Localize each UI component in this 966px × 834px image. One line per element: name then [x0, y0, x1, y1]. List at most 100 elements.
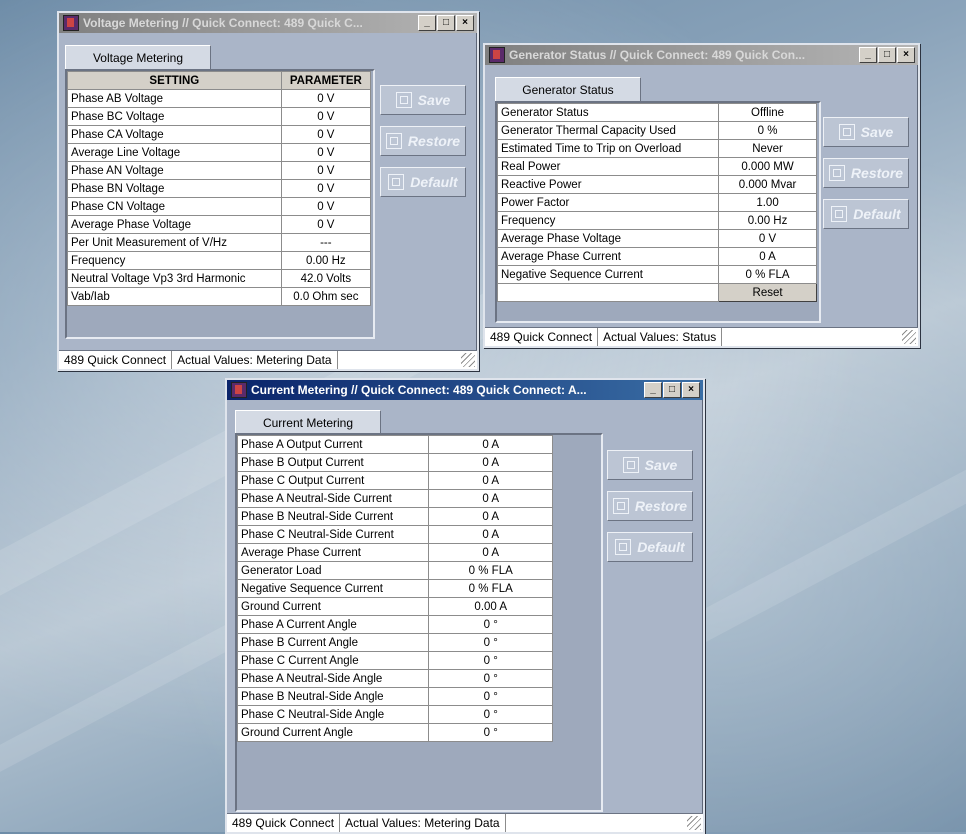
status-section: Actual Values: Metering Data: [340, 814, 506, 832]
table-row: Phase C Current Angle 0 °: [236, 651, 553, 670]
default-icon: [388, 174, 405, 190]
maximize-button[interactable]: □: [437, 15, 455, 31]
parameter-value-cell: 0 °: [428, 651, 553, 670]
window-title: Voltage Metering // Quick Connect: 489 Q…: [83, 16, 363, 30]
parameter-value-cell: 0 V: [280, 143, 372, 162]
setting-name-cell: Generator Thermal Capacity Used: [496, 121, 720, 140]
default-button[interactable]: Default: [607, 532, 693, 562]
setting-name-cell: Phase A Neutral-Side Angle: [236, 669, 430, 688]
setting-name-cell: Phase AB Voltage: [67, 89, 282, 108]
window-title: Generator Status // Quick Connect: 489 Q…: [509, 48, 806, 62]
tab-generator-status[interactable]: Generator Status: [495, 77, 641, 102]
save-label: Save: [644, 457, 678, 473]
table-row: Average Phase Current 0 A: [236, 543, 553, 562]
table-row: Ground Current 0.00 A: [236, 597, 553, 616]
app-icon: [63, 15, 79, 31]
setting-name-cell: Phase BC Voltage: [67, 107, 282, 126]
save-button[interactable]: Save: [607, 450, 693, 480]
table-row: Reactive Power 0.000 Mvar: [496, 175, 817, 194]
maximize-button[interactable]: □: [663, 382, 681, 398]
parameter-value-cell: 0 % FLA: [718, 265, 817, 284]
resize-grip[interactable]: [902, 330, 916, 344]
reset-button[interactable]: Reset: [718, 283, 817, 302]
setting-name-cell: Frequency: [496, 211, 720, 230]
setting-name-cell: Average Phase Voltage: [67, 215, 282, 234]
parameter-value-cell: 0 V: [280, 161, 372, 180]
minimize-button[interactable]: _: [418, 15, 436, 31]
setting-name-cell: Ground Current Angle: [236, 723, 430, 742]
parameter-value-cell: 0 °: [428, 723, 553, 742]
parameter-value-cell: 0 A: [428, 507, 553, 526]
setting-name-cell: Power Factor: [496, 193, 720, 212]
empty-cell: [496, 283, 720, 302]
parameter-value-cell: 0 °: [428, 687, 553, 706]
save-button[interactable]: Save: [823, 117, 909, 147]
parameter-value-cell: 0.0 Ohm sec: [280, 287, 372, 306]
table-row: Generator Thermal Capacity Used 0 %: [496, 121, 817, 140]
minimize-button[interactable]: _: [859, 47, 877, 63]
restore-label: Restore: [407, 133, 461, 149]
save-icon: [838, 124, 855, 140]
window-title: Current Metering // Quick Connect: 489 Q…: [251, 383, 587, 397]
table-row: Negative Sequence Current 0 % FLA: [236, 579, 553, 598]
reset-row: Reset: [496, 283, 817, 302]
save-icon: [622, 457, 639, 473]
title-bar[interactable]: Current Metering // Quick Connect: 489 Q…: [227, 380, 703, 400]
resize-grip[interactable]: [461, 353, 475, 367]
setting-name-cell: Average Phase Voltage: [496, 229, 720, 248]
tab-current-metering[interactable]: Current Metering: [235, 410, 381, 435]
table-row: Phase A Neutral-Side Current 0 A: [236, 489, 553, 508]
parameter-value-cell: 0.00 A: [428, 597, 553, 616]
minimize-button[interactable]: _: [644, 382, 662, 398]
close-button[interactable]: ×: [897, 47, 915, 63]
setting-name-cell: Average Phase Current: [496, 247, 720, 266]
table-row: Frequency 0.00 Hz: [67, 251, 372, 270]
parameter-value-cell: 0 A: [718, 247, 817, 266]
parameter-value-cell: Never: [718, 139, 817, 158]
generator-status-window: Generator Status // Quick Connect: 489 Q…: [483, 43, 920, 348]
parameter-value-cell: 0 A: [428, 489, 553, 508]
parameter-value-cell: 0 % FLA: [428, 579, 553, 598]
close-button[interactable]: ×: [456, 15, 474, 31]
parameter-value-cell: 0.00 Hz: [280, 251, 372, 270]
table-row: Power Factor 1.00: [496, 193, 817, 212]
setting-name-cell: Average Phase Current: [236, 543, 430, 562]
table-row: Phase C Output Current 0 A: [236, 471, 553, 490]
default-label: Default: [853, 206, 901, 222]
close-button[interactable]: ×: [682, 382, 700, 398]
table-row: Phase AN Voltage 0 V: [67, 161, 372, 180]
parameter-value-cell: 0 V: [280, 89, 372, 108]
title-bar[interactable]: Voltage Metering // Quick Connect: 489 Q…: [59, 13, 477, 33]
table-row: Negative Sequence Current 0 % FLA: [496, 265, 817, 284]
table-row: Generator Status Offline: [496, 103, 817, 122]
default-button[interactable]: Default: [380, 167, 466, 197]
table-row: Phase CA Voltage 0 V: [67, 125, 372, 144]
setting-name-cell: Phase BN Voltage: [67, 179, 282, 198]
setting-name-cell: Phase A Neutral-Side Current: [236, 489, 430, 508]
status-device: 489 Quick Connect: [227, 814, 341, 832]
tab-voltage-metering[interactable]: Voltage Metering: [65, 45, 211, 70]
table-row: Vab/Iab 0.0 Ohm sec: [67, 287, 372, 306]
status-section: Actual Values: Metering Data: [172, 351, 338, 369]
restore-button[interactable]: Restore: [607, 491, 693, 521]
save-button[interactable]: Save: [380, 85, 466, 115]
parameter-value-cell: 0 V: [280, 179, 372, 198]
title-bar[interactable]: Generator Status // Quick Connect: 489 Q…: [485, 45, 918, 65]
default-button[interactable]: Default: [823, 199, 909, 229]
parameter-value-cell: 0 °: [428, 615, 553, 634]
resize-grip[interactable]: [687, 816, 701, 830]
maximize-button[interactable]: □: [878, 47, 896, 63]
setting-name-cell: Phase A Current Angle: [236, 615, 430, 634]
restore-button[interactable]: Restore: [380, 126, 466, 156]
parameter-value-cell: 0 V: [280, 125, 372, 144]
default-icon: [831, 206, 848, 222]
restore-button[interactable]: Restore: [823, 158, 909, 188]
parameter-value-cell: 0 % FLA: [428, 561, 553, 580]
table-panel: Generator Status Offline Generator Thermal…: [495, 101, 821, 323]
table-row: Phase B Neutral-Side Current 0 A: [236, 507, 553, 526]
setting-name-cell: Estimated Time to Trip on Overload: [496, 139, 720, 158]
setting-name-cell: Average Line Voltage: [67, 143, 282, 162]
table-row: Average Phase Current 0 A: [496, 247, 817, 266]
parameter-value-cell: 0 A: [428, 471, 553, 490]
parameter-value-cell: 42.0 Volts: [280, 269, 372, 288]
